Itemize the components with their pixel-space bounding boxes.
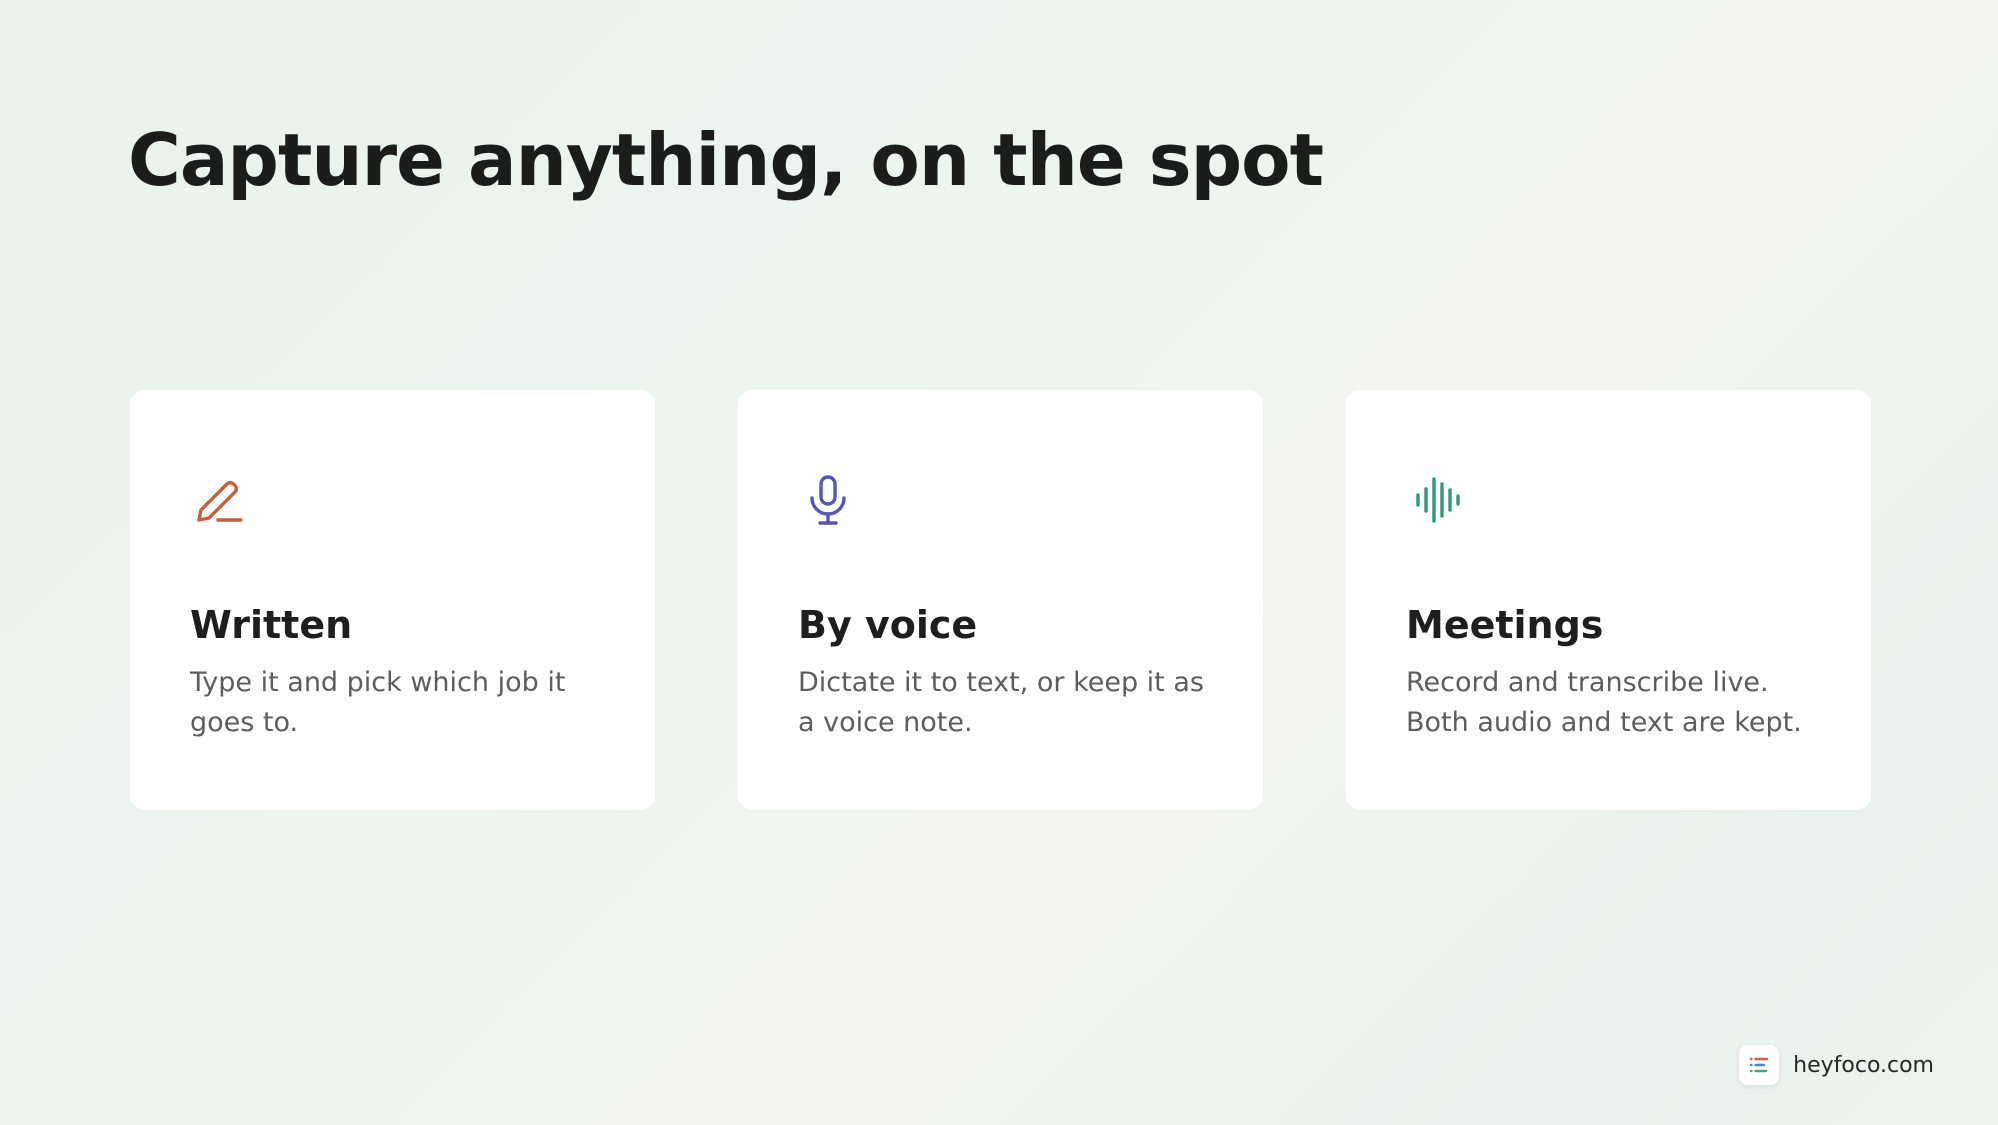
capture-methods: Written Type it and pick which job it go… (130, 390, 1871, 810)
card-description: Record and transcribe live. Both audio a… (1406, 667, 1802, 738)
card-meetings: Meetings Record and transcribe live. Bot… (1346, 390, 1871, 810)
brand-link[interactable]: heyfoco.com (1793, 1053, 1934, 1078)
pencil-icon (190, 470, 250, 530)
list-logo-icon (1739, 1045, 1780, 1085)
card-by-voice: By voice Dictate it to text, or keep it … (738, 390, 1263, 810)
card-written: Written Type it and pick which job it go… (130, 390, 655, 810)
microphone-icon (798, 470, 858, 530)
audio-waveform-icon (1406, 470, 1466, 530)
page-title: Capture anything, on the spot (128, 118, 1324, 202)
card-title: Written (190, 603, 353, 647)
card-title: Meetings (1406, 603, 1604, 647)
card-description: Type it and pick which job it goes to. (190, 667, 566, 738)
card-description: Dictate it to text, or keep it as a voic… (798, 667, 1204, 738)
brand-footer: heyfoco.com (1739, 1045, 1934, 1085)
card-title: By voice (798, 603, 978, 647)
